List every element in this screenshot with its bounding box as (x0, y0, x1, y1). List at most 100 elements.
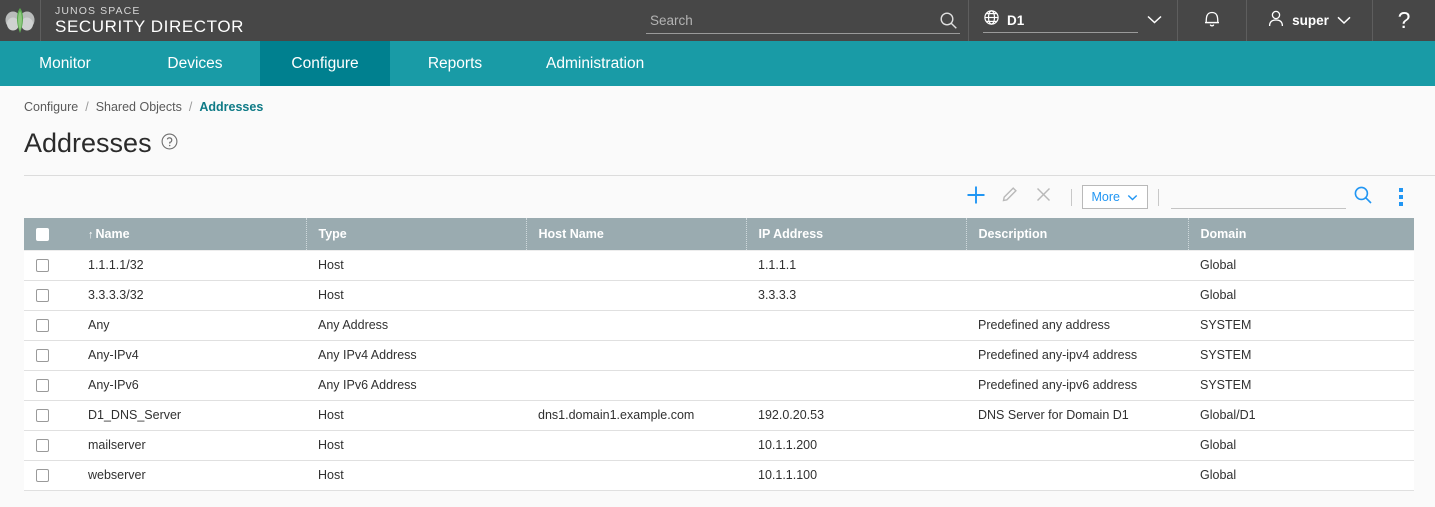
select-all-checkbox[interactable] (36, 227, 49, 241)
cell-ip-address (746, 310, 966, 341)
add-address-button[interactable] (959, 180, 993, 214)
brand-line-1: JUNOS SPACE (55, 5, 141, 17)
row-checkbox[interactable] (36, 259, 49, 273)
column-header-type[interactable]: Type (306, 218, 527, 250)
table-row[interactable]: D1_DNS_Server Host dns1.domain1.example.… (24, 400, 1414, 431)
row-checkbox[interactable] (36, 289, 49, 303)
table-row[interactable]: Any-IPv6 Any IPv6 Address Predefined any… (24, 370, 1414, 401)
page-content: Configure / Shared Objects / Addresses A… (0, 86, 1435, 507)
column-header-domain[interactable]: Domain (1188, 218, 1414, 250)
breadcrumb: Configure / Shared Objects / Addresses (0, 86, 1435, 114)
grid-search-button[interactable] (1346, 180, 1380, 214)
column-header-name[interactable]: ↑ Name (76, 218, 307, 250)
table-row[interactable]: 1.1.1.1/32 Host 1.1.1.1 Global (24, 249, 1414, 281)
toolbar-divider-1 (1070, 188, 1072, 206)
cell-type: Host (306, 460, 526, 491)
bell-icon[interactable] (1202, 7, 1222, 34)
table-header-row: ↑ Name Type Host Name IP Address Descript… (24, 218, 1414, 250)
chevron-down-icon[interactable] (1146, 12, 1163, 30)
vertical-dots-icon (1399, 202, 1403, 206)
domain-selector[interactable]: D1 (969, 0, 1177, 41)
table-row[interactable]: mailserver Host 10.1.1.200 Global (24, 430, 1414, 461)
nav-item-monitor[interactable]: Monitor (0, 41, 130, 86)
search-icon[interactable] (1353, 185, 1373, 210)
globe-icon (983, 9, 1000, 31)
cell-name: Any-IPv4 (76, 340, 306, 371)
addresses-table-wrap: ↑ Name Type Host Name IP Address Descript… (24, 218, 1414, 491)
cell-ip-address: 1.1.1.1 (746, 249, 966, 281)
cell-type: Any Address (306, 310, 526, 341)
grid-search-field[interactable] (1171, 186, 1346, 209)
user-menu[interactable]: super (1247, 0, 1372, 41)
row-select-cell[interactable] (24, 430, 76, 461)
table-row[interactable]: 3.3.3.3/32 Host 3.3.3.3 Global (24, 280, 1414, 311)
brand-line-2: SECURITY DIRECTOR (55, 17, 245, 36)
row-select-cell[interactable] (24, 280, 76, 311)
cell-domain: SYSTEM (1188, 310, 1414, 341)
table-row[interactable]: Any Any Address Predefined any address S… (24, 310, 1414, 341)
cell-domain: Global/D1 (1188, 400, 1414, 431)
table-body: 1.1.1.1/32 Host 1.1.1.1 Global 3.3.3.3/3… (24, 249, 1414, 491)
row-select-cell[interactable] (24, 400, 76, 431)
close-x-icon[interactable] (1034, 185, 1053, 209)
plus-icon[interactable] (965, 184, 987, 211)
global-search-input[interactable] (646, 12, 960, 28)
cell-description: Predefined any address (966, 310, 1188, 341)
table-row[interactable]: webserver Host 10.1.1.100 Global (24, 460, 1414, 491)
column-header-host-name[interactable]: Host Name (526, 218, 747, 250)
more-button[interactable]: More (1081, 185, 1148, 209)
nav-item-administration[interactable]: Administration (520, 41, 670, 86)
notifications-button[interactable] (1178, 0, 1246, 41)
cell-name: 1.1.1.1/32 (76, 249, 306, 281)
row-select-cell[interactable] (24, 460, 76, 491)
page-title: Addresses (24, 128, 152, 158)
row-select-cell[interactable] (24, 340, 76, 371)
row-checkbox[interactable] (36, 319, 49, 333)
global-search-wrap[interactable] (646, 8, 960, 34)
help-button[interactable]: ? (1373, 0, 1435, 41)
domain-selector-inner[interactable]: D1 (983, 8, 1138, 33)
cell-ip-address: 3.3.3.3 (746, 280, 966, 311)
row-checkbox[interactable] (36, 409, 49, 423)
delete-address-button[interactable] (1027, 180, 1061, 214)
row-checkbox[interactable] (36, 439, 49, 453)
nav-item-reports[interactable]: Reports (390, 41, 520, 86)
row-checkbox[interactable] (36, 349, 49, 363)
cell-host-name (526, 310, 746, 341)
breadcrumb-item-shared-objects[interactable]: Shared Objects (96, 100, 182, 114)
cell-description: Predefined any-ipv4 address (966, 340, 1188, 371)
row-select-cell[interactable] (24, 310, 76, 341)
user-name-label: super (1292, 13, 1329, 28)
chevron-down-icon[interactable] (1336, 12, 1352, 30)
cell-host-name: dns1.domain1.example.com (526, 400, 746, 431)
row-checkbox[interactable] (36, 469, 49, 483)
nav-item-configure[interactable]: Configure (260, 41, 390, 86)
edit-address-button[interactable] (993, 180, 1027, 214)
select-all-header[interactable] (24, 218, 76, 250)
cell-type: Host (306, 280, 526, 311)
breadcrumb-separator: / (85, 100, 89, 114)
cell-ip-address: 10.1.1.200 (746, 430, 966, 461)
help-circle-icon[interactable] (161, 133, 178, 155)
page-title-row: Addresses (0, 114, 1435, 159)
grid-search-input[interactable] (1171, 189, 1346, 204)
row-select-cell[interactable] (24, 249, 76, 281)
column-header-ip-address[interactable]: IP Address (746, 218, 967, 250)
pencil-icon[interactable] (1000, 185, 1019, 209)
grid-toolbar: More (0, 176, 1435, 218)
breadcrumb-item-configure[interactable]: Configure (24, 100, 78, 114)
cell-description: Predefined any-ipv6 address (966, 370, 1188, 401)
search-icon[interactable] (939, 11, 958, 35)
app-header: JUNOS SPACE SECURITY DIRECTOR Search D1 … (0, 0, 1435, 41)
column-header-description[interactable]: Description (966, 218, 1189, 250)
row-select-cell[interactable] (24, 370, 76, 401)
brand: JUNOS SPACE SECURITY DIRECTOR (41, 0, 244, 41)
cell-ip-address: 10.1.1.100 (746, 460, 966, 491)
nav-item-devices[interactable]: Devices (130, 41, 260, 86)
cell-description (966, 249, 1188, 281)
sort-ascending-icon: ↑ (88, 228, 94, 241)
table-row[interactable]: Any-IPv4 Any IPv4 Address Predefined any… (24, 340, 1414, 371)
grid-overflow-menu[interactable] (1388, 183, 1414, 211)
row-checkbox[interactable] (36, 379, 49, 393)
logo-cell (0, 0, 41, 41)
